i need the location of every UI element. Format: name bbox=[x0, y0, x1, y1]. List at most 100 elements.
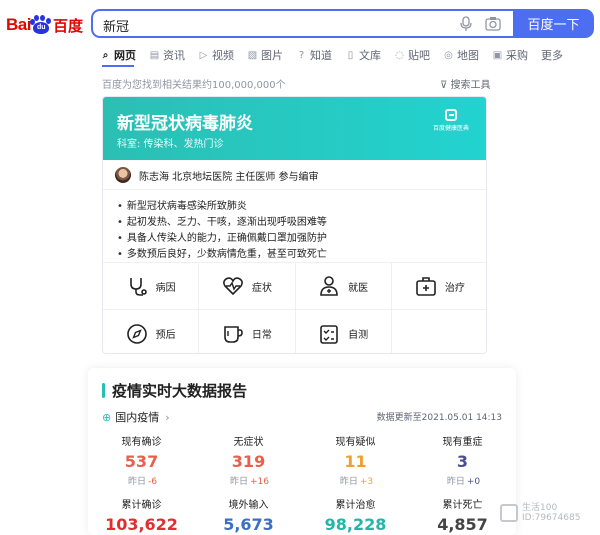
tab-purchase[interactable]: ▣ 采购 bbox=[492, 46, 528, 64]
medical-kit-icon bbox=[416, 277, 436, 296]
report-title[interactable]: 疫情实时大数据报告 bbox=[102, 380, 247, 401]
delta-label: 昨日 bbox=[446, 477, 465, 487]
topic-visit[interactable]: 就医 bbox=[296, 263, 392, 309]
watermark-line1: 生活100 bbox=[522, 503, 558, 513]
camera-icon[interactable] bbox=[485, 16, 501, 31]
tab-label: 文库 bbox=[359, 49, 381, 62]
divider bbox=[103, 189, 486, 190]
region-icon: ⊕ bbox=[102, 410, 112, 424]
purchase-icon: ▣ bbox=[492, 49, 503, 61]
topic-label: 日常 bbox=[251, 330, 272, 341]
search-box[interactable]: 新冠 bbox=[91, 9, 513, 38]
stat-item: 境外输入 5,673 bbox=[195, 496, 302, 534]
domestic-tab[interactable]: ⊕ 国内疫情 › bbox=[102, 409, 170, 425]
search-button[interactable]: 百度一下 bbox=[513, 9, 594, 38]
doctor-icon bbox=[320, 276, 338, 296]
avatar bbox=[115, 167, 131, 183]
card-title[interactable]: 新型冠状病毒肺炎 bbox=[117, 109, 253, 134]
tab-more[interactable]: 更多 bbox=[541, 46, 563, 64]
stat-value: 319 bbox=[231, 452, 266, 471]
reviewer-info[interactable]: 陈志海 北京地坛医院 主任医师 参与编审 bbox=[115, 167, 319, 183]
cup-icon bbox=[224, 325, 243, 343]
delta-value: +16 bbox=[250, 477, 269, 487]
stat-label: 现有确诊 bbox=[121, 437, 162, 448]
tab-label: 更多 bbox=[541, 49, 563, 62]
image-icon: ▧ bbox=[247, 49, 258, 61]
stats-row-cumulative: 累计确诊 103,622 境外输入 5,673 累计治愈 98,228 累计死亡 4,857 bbox=[88, 496, 516, 534]
title-accent-bar bbox=[102, 383, 105, 398]
stat-value: 537 bbox=[124, 452, 159, 471]
report-title-text: 疫情实时大数据报告 bbox=[112, 382, 248, 400]
stat-label: 累计确诊 bbox=[121, 500, 162, 511]
stat-item: 累计治愈 98,228 bbox=[302, 496, 409, 534]
topic-treatment[interactable]: 治疗 bbox=[392, 263, 486, 309]
tab-search[interactable]: ⌕ 网页 bbox=[100, 46, 136, 64]
stat-value: 3 bbox=[456, 452, 469, 471]
stat-item: 无症状 319 昨日 +16 bbox=[195, 433, 302, 487]
stat-label: 现有疑似 bbox=[335, 437, 376, 448]
topic-label: 预后 bbox=[155, 330, 176, 341]
watermark: 生活100 ID:79674685 bbox=[500, 503, 580, 523]
delta-label: 昨日 bbox=[339, 477, 358, 487]
tab-map[interactable]: ◎ 地图 bbox=[443, 46, 479, 64]
stat-value: 98,228 bbox=[324, 515, 387, 534]
paw-icon: du bbox=[29, 15, 52, 35]
topic-grid: 病因 症状 就医 治疗 预后 日常 自测 bbox=[103, 262, 486, 353]
stat-delta: 昨日 -6 bbox=[88, 474, 195, 487]
heart-pulse-icon bbox=[222, 277, 243, 296]
topic-selftest[interactable]: 自测 bbox=[296, 310, 392, 353]
tab-label: 采购 bbox=[506, 49, 528, 62]
tab-tieba[interactable]: ◌ 贴吧 bbox=[394, 46, 430, 64]
update-time: 数据更新至2021.05.01 14:13 bbox=[376, 413, 502, 423]
grid-empty-cell bbox=[392, 310, 486, 353]
tab-label: 地图 bbox=[457, 49, 479, 62]
search-icon: ⌕ bbox=[102, 49, 109, 61]
tab-news[interactable]: ▤ 资讯 bbox=[149, 46, 185, 64]
compass-icon bbox=[126, 323, 147, 344]
search-input[interactable]: 新冠 bbox=[103, 16, 129, 35]
search-tabs: ⌕ 网页 ▤ 资讯 ▷ 视频 ▧ 图片 ? 知道 ▯ 文库 ◌ 贴吧 ◎ 地图 ▣ 采购 更多 bbox=[100, 46, 563, 64]
tab-video[interactable]: ▷ 视频 bbox=[198, 46, 234, 64]
reviewer-text: 陈志海 北京地坛医院 主任医师 参与编审 bbox=[139, 171, 319, 183]
stat-delta: 昨日 +16 bbox=[195, 474, 302, 487]
tab-label: 图片 bbox=[261, 49, 283, 62]
topic-daily[interactable]: 日常 bbox=[199, 310, 296, 353]
stat-label: 无症状 bbox=[233, 437, 264, 448]
watermark-line2: ID:79674685 bbox=[522, 513, 581, 523]
stats-row-current: 现有确诊 537 昨日 -6 无症状 319 昨日 +16 现有疑似 11 昨日 +3 现有重症 3 昨日 +… bbox=[88, 433, 516, 487]
topic-cause[interactable]: 病因 bbox=[103, 263, 200, 309]
watermark-logo-icon bbox=[500, 504, 518, 522]
logo-text-bai: Bai bbox=[6, 15, 31, 34]
baidu-logo[interactable]: Bai du 百度 bbox=[6, 12, 84, 38]
topic-symptom[interactable]: 症状 bbox=[199, 263, 296, 309]
list-item: 起初发热、乏力、干咳，逐渐出现呼吸困难等 bbox=[117, 215, 327, 231]
stat-label: 现有重症 bbox=[442, 437, 483, 448]
tab-label: 网页 bbox=[114, 49, 136, 62]
video-icon: ▷ bbox=[199, 49, 208, 61]
tab-image[interactable]: ▧ 图片 bbox=[247, 46, 283, 64]
question-icon: ? bbox=[298, 49, 305, 61]
stat-item: 现有疑似 11 昨日 +3 bbox=[302, 433, 409, 487]
delta-label: 昨日 bbox=[128, 477, 147, 487]
delta-value: +0 bbox=[466, 477, 481, 487]
summary-list: 新型冠状病毒感染所致肺炎 起初发热、乏力、干咳，逐渐出现呼吸困难等 具备人传染人… bbox=[117, 199, 327, 263]
stat-delta: 昨日 +0 bbox=[409, 474, 516, 487]
result-count: 百度为您找到相关结果约100,000,000个 bbox=[102, 80, 286, 91]
tab-question[interactable]: ? 知道 bbox=[296, 46, 332, 64]
list-item: 具备人传染人的能力，正确佩戴口罩加强防护 bbox=[117, 231, 327, 247]
list-item: 新型冠状病毒感染所致肺炎 bbox=[117, 199, 327, 215]
topic-prognosis[interactable]: 预后 bbox=[103, 310, 200, 353]
stat-value: 11 bbox=[344, 452, 367, 471]
search-tools-label: 搜索工具 bbox=[450, 80, 491, 91]
topic-label: 病因 bbox=[155, 282, 176, 294]
stat-item: 现有重症 3 昨日 +0 bbox=[409, 433, 516, 487]
stat-item: 现有确诊 537 昨日 -6 bbox=[88, 433, 195, 487]
card-header[interactable]: 新型冠状病毒肺炎 科室: 传染科、发热门诊 百度健康医典 bbox=[103, 97, 486, 160]
search-tools-button[interactable]: ⊽ 搜索工具 bbox=[440, 76, 491, 91]
microphone-icon[interactable] bbox=[459, 16, 473, 32]
logo-text-du: du bbox=[36, 24, 46, 31]
tab-doc[interactable]: ▯ 文库 bbox=[345, 46, 381, 64]
health-logo-text: 百度健康医典 bbox=[432, 125, 469, 132]
epidemic-report: 疫情实时大数据报告 ⊕ 国内疫情 › 数据更新至2021.05.01 14:13… bbox=[88, 368, 516, 535]
stethoscope-icon bbox=[129, 278, 147, 296]
